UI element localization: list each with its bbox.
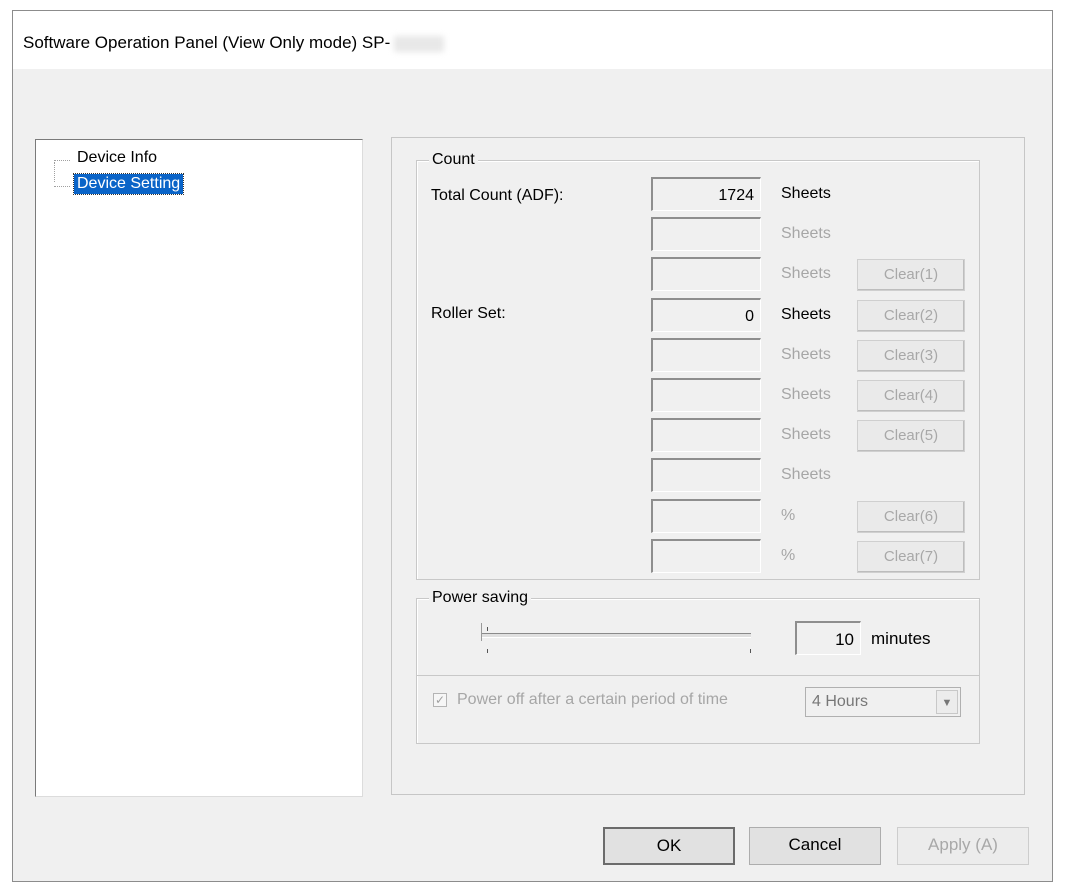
window-title: Software Operation Panel (View Only mode… bbox=[23, 33, 445, 53]
roller-set-label: Roller Set: bbox=[431, 305, 506, 322]
count-field: 0 bbox=[651, 297, 761, 332]
slider-thumb[interactable] bbox=[481, 623, 488, 641]
navigation-tree: Device Info Device Setting bbox=[35, 139, 363, 797]
chevron-down-icon[interactable]: ▼ bbox=[936, 690, 958, 714]
tree-connector bbox=[54, 186, 70, 187]
count-unit: Sheets bbox=[781, 305, 831, 323]
redacted-model bbox=[394, 35, 445, 52]
minutes-label: minutes bbox=[871, 629, 931, 648]
clear-button[interactable]: Clear(3) bbox=[857, 339, 965, 372]
tree-item-device-info[interactable]: Device Info bbox=[74, 148, 160, 168]
hours-select[interactable]: 4 Hours ▼ bbox=[805, 687, 961, 717]
count-unit: Sheets bbox=[781, 386, 831, 403]
clear-button[interactable]: Clear(1) bbox=[857, 259, 965, 292]
settings-panel: Count Total Count (ADF): Roller Set: 172… bbox=[391, 137, 1025, 795]
count-legend: Count bbox=[429, 151, 478, 169]
count-unit: % bbox=[781, 546, 796, 564]
slider-tick bbox=[750, 649, 751, 653]
clear-button[interactable]: Clear(4) bbox=[857, 380, 965, 412]
count-field bbox=[651, 498, 761, 533]
count-field bbox=[651, 337, 761, 372]
count-field: 1724 bbox=[651, 177, 761, 211]
clear-button[interactable]: Clear(6) bbox=[857, 500, 965, 533]
check-icon: ✓ bbox=[434, 693, 446, 707]
power-saving-slider[interactable] bbox=[481, 633, 751, 638]
power-off-label: Power off after a certain period of time bbox=[457, 691, 728, 708]
clear-button[interactable]: Clear(7) bbox=[857, 540, 965, 573]
count-field bbox=[651, 458, 761, 493]
power-off-row: ✓ Power off after a certain period of ti… bbox=[417, 677, 979, 745]
count-unit: Sheets bbox=[781, 225, 831, 243]
slider-tick bbox=[487, 649, 488, 653]
count-unit: Sheets bbox=[781, 426, 831, 444]
power-off-checkbox[interactable]: ✓ bbox=[433, 693, 447, 707]
minutes-field[interactable]: 10 bbox=[795, 621, 861, 655]
apply-button[interactable]: Apply (A) bbox=[897, 827, 1029, 865]
count-group: Count Total Count (ADF): Roller Set: 172… bbox=[416, 151, 980, 580]
count-field bbox=[651, 378, 761, 412]
count-unit: Sheets bbox=[781, 185, 831, 202]
window-title-text: Software Operation Panel (View Only mode… bbox=[23, 33, 391, 52]
clear-button[interactable]: Clear(2) bbox=[857, 299, 965, 332]
tree-connector bbox=[54, 162, 55, 182]
count-field bbox=[651, 538, 761, 573]
tree-connector bbox=[54, 160, 70, 161]
clear-button[interactable]: Clear(5) bbox=[857, 420, 965, 453]
count-unit: % bbox=[781, 506, 796, 524]
count-unit: Sheets bbox=[781, 345, 831, 363]
count-field bbox=[651, 217, 761, 252]
cancel-button[interactable]: Cancel bbox=[749, 827, 881, 865]
power-saving-group: Power saving 10 minutes ✓ Power off afte… bbox=[416, 589, 980, 745]
dialog-window: Software Operation Panel (View Only mode… bbox=[12, 10, 1053, 882]
title-bar: Software Operation Panel (View Only mode… bbox=[13, 11, 1052, 69]
total-count-label: Total Count (ADF): bbox=[431, 187, 564, 204]
power-saving-legend: Power saving bbox=[429, 589, 532, 607]
hours-value: 4 Hours bbox=[812, 693, 869, 710]
count-unit: Sheets bbox=[781, 265, 831, 283]
count-field bbox=[651, 418, 761, 453]
count-field bbox=[651, 257, 761, 292]
count-unit: Sheets bbox=[781, 466, 831, 484]
ok-button[interactable]: OK bbox=[603, 827, 735, 865]
tree-item-device-setting[interactable]: Device Setting bbox=[72, 173, 185, 195]
group-divider bbox=[417, 675, 979, 676]
